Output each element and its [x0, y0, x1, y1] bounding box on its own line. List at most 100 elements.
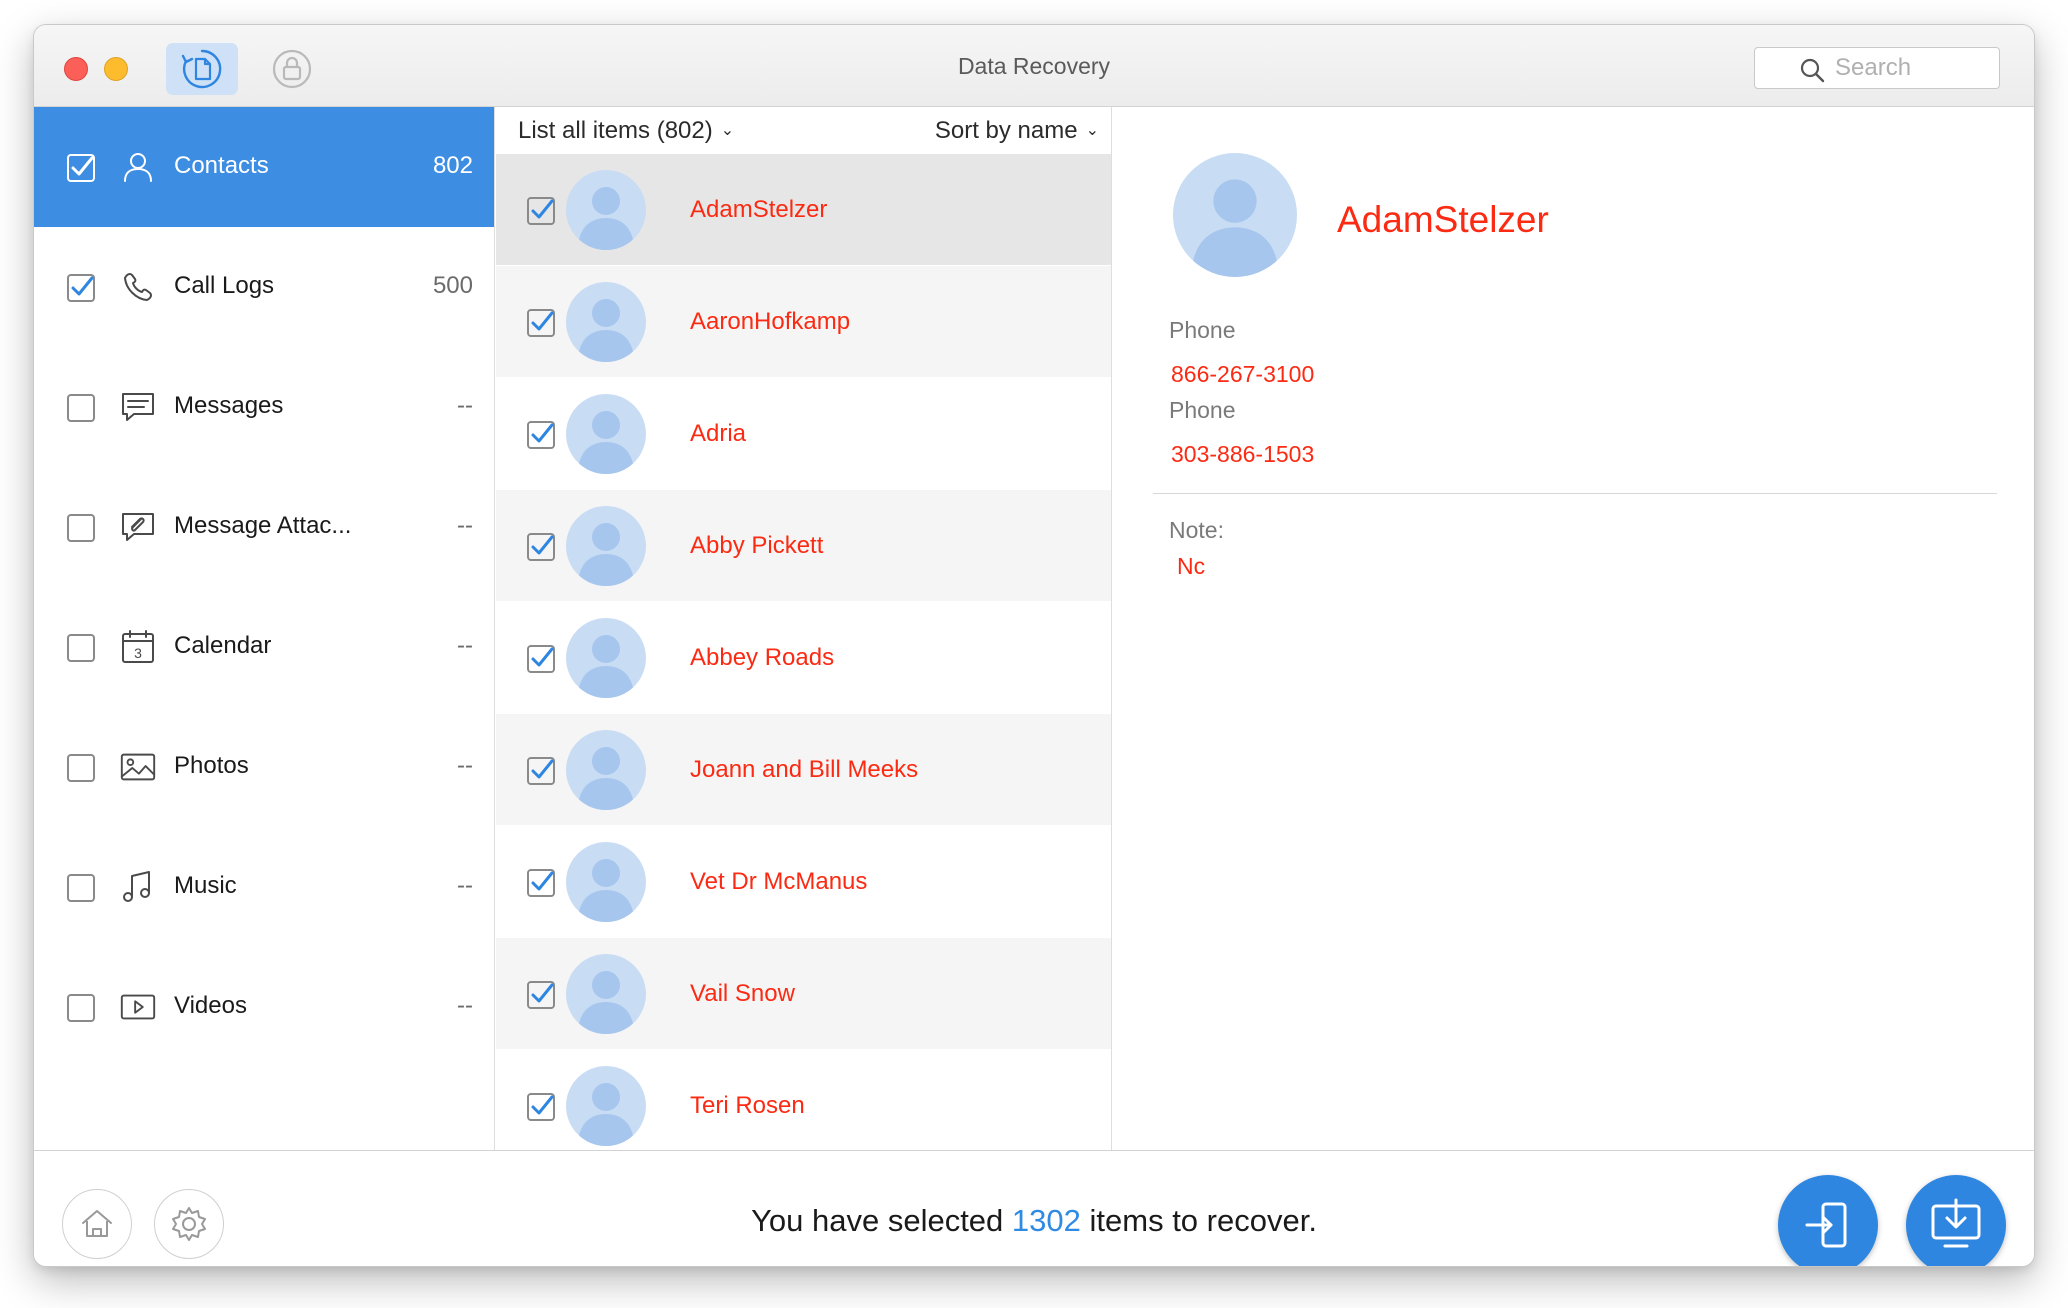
checkbox-checked[interactable]	[526, 644, 555, 673]
status-prefix: You have selected	[751, 1203, 1004, 1238]
contact-row-name: AdamStelzer	[690, 196, 828, 223]
sidebar-item-label: Messages	[174, 392, 284, 419]
message-icon	[118, 387, 158, 427]
checkbox-checked[interactable]	[526, 980, 555, 1009]
app-window: Data Recovery Search Contacts 802 Call Log…	[34, 25, 2034, 1266]
phone-icon	[118, 267, 158, 307]
sidebar-item-photos[interactable]: Photos --	[34, 707, 494, 827]
contact-row[interactable]: AaronHofkamp	[496, 265, 1111, 377]
contact-list-pane: List all items (802) ⌄ Sort by name ⌄ Adam…	[496, 107, 1112, 1150]
checkbox-unchecked[interactable]	[66, 993, 95, 1022]
title-bar: Data Recovery Search	[34, 25, 2034, 107]
recover-to-device-button[interactable]	[1778, 1175, 1878, 1266]
contact-row[interactable]: Teri Rosen	[496, 1049, 1111, 1150]
sidebar-item-label: Photos	[174, 752, 249, 779]
sidebar-item-messages[interactable]: Messages --	[34, 347, 494, 467]
contact-avatar	[566, 506, 646, 586]
note-value: Nc	[1177, 553, 1206, 579]
contact-row[interactable]: Adria	[496, 377, 1111, 489]
sidebar-item-count: --	[457, 872, 473, 899]
person-silhouette-icon	[578, 187, 634, 250]
search-icon	[1800, 58, 1825, 83]
sidebar-item-label: Videos	[174, 992, 247, 1019]
checkbox-unchecked[interactable]	[66, 633, 95, 662]
sidebar-item-videos[interactable]: Videos --	[34, 947, 494, 1067]
sidebar-item-label: Message Attac...	[174, 512, 352, 539]
contact-row[interactable]: Joann and Bill Meeks	[496, 713, 1111, 825]
detail-divider	[1153, 493, 1997, 494]
contact-avatar	[566, 730, 646, 810]
phone-value: 866-267-3100	[1171, 361, 1315, 387]
contact-row-name: Adria	[690, 420, 747, 447]
sort-label: Sort by name	[934, 117, 1078, 144]
search-input[interactable]: Search	[1754, 47, 2000, 89]
sort-dropdown[interactable]: Sort by name ⌄	[935, 117, 1099, 145]
checkbox-checked[interactable]	[526, 532, 555, 561]
sidebar-item-contacts[interactable]: Contacts 802	[34, 107, 494, 227]
sidebar-item-count: --	[457, 512, 473, 539]
list-filter-label: List all items (802)	[518, 117, 713, 144]
contact-avatar	[566, 618, 646, 698]
attachment-icon	[118, 507, 158, 547]
sidebar-item-message-attac[interactable]: Message Attac... --	[34, 467, 494, 587]
sidebar-item-label: Music	[174, 872, 237, 899]
contact-row-name: Vet Dr McManus	[690, 868, 868, 895]
photo-icon	[118, 747, 158, 787]
note-label: Note:	[1169, 517, 1224, 543]
contact-avatar	[566, 842, 646, 922]
person-silhouette-icon	[578, 299, 634, 362]
export-to-device-icon	[1805, 1202, 1847, 1248]
checkbox-checked[interactable]	[526, 868, 555, 897]
selected-count: 1302	[1011, 1203, 1081, 1238]
status-suffix: items to recover.	[1089, 1203, 1317, 1238]
music-icon	[118, 867, 158, 907]
checkbox-checked[interactable]	[526, 756, 555, 785]
person-silhouette-icon	[578, 859, 634, 922]
checkbox-checked[interactable]	[66, 153, 95, 182]
contact-row-name: Abbey Roads	[690, 644, 835, 671]
sidebar-item-music[interactable]: Music --	[34, 827, 494, 947]
sidebar-item-label: Calendar	[174, 632, 272, 659]
checkbox-checked[interactable]	[526, 420, 555, 449]
window-title: Data Recovery	[957, 53, 1111, 79]
selection-status: You have selected 1302 items to recover.	[34, 1203, 2034, 1239]
list-filter-dropdown[interactable]: List all items (802) ⌄	[518, 117, 734, 145]
contact-row-name: AaronHofkamp	[690, 308, 851, 335]
phone-value: 303-886-1503	[1171, 441, 1315, 467]
checkbox-checked[interactable]	[526, 196, 555, 225]
person-silhouette-icon	[578, 523, 634, 586]
person-silhouette-icon	[578, 411, 634, 474]
contact-row[interactable]: Vail Snow	[496, 937, 1111, 1049]
checkbox-checked[interactable]	[66, 273, 95, 302]
sidebar-item-count: 802	[432, 152, 473, 179]
checkbox-checked[interactable]	[526, 308, 555, 337]
checkbox-unchecked[interactable]	[66, 753, 95, 782]
contact-row[interactable]: AdamStelzer	[496, 153, 1111, 265]
chevron-down-icon: ⌄	[720, 122, 735, 139]
video-icon	[118, 987, 158, 1027]
category-sidebar: Contacts 802 Call Logs 500 Messages -- Message…	[34, 107, 495, 1150]
list-header: List all items (802) ⌄ Sort by name ⌄	[496, 107, 1111, 153]
sidebar-item-call-logs[interactable]: Call Logs 500	[34, 227, 494, 347]
contact-row[interactable]: Vet Dr McManus	[496, 825, 1111, 937]
contact-row-name: Abby Pickett	[690, 532, 824, 559]
contact-row[interactable]: Abbey Roads	[496, 601, 1111, 713]
recover-to-computer-button[interactable]	[1906, 1175, 2006, 1266]
checkbox-unchecked[interactable]	[66, 393, 95, 422]
sidebar-item-count: --	[457, 752, 473, 779]
sidebar-item-count: --	[457, 392, 473, 419]
person-silhouette-icon	[578, 971, 634, 1034]
contact-avatar	[566, 394, 646, 474]
sidebar-item-label: Contacts	[174, 152, 269, 179]
sidebar-item-count: --	[457, 632, 473, 659]
calendar-icon: 3	[118, 627, 158, 667]
checkbox-unchecked[interactable]	[66, 873, 95, 902]
contact-row[interactable]: Abby Pickett	[496, 489, 1111, 601]
contact-avatar	[566, 170, 646, 250]
checkbox-checked[interactable]	[526, 1092, 555, 1121]
contact-name: AdamStelzer	[1337, 199, 1549, 240]
sidebar-item-calendar[interactable]: 3 Calendar --	[34, 587, 494, 707]
sidebar-item-label: Call Logs	[174, 272, 275, 299]
download-to-computer-icon	[1931, 1198, 1981, 1248]
checkbox-unchecked[interactable]	[66, 513, 95, 542]
